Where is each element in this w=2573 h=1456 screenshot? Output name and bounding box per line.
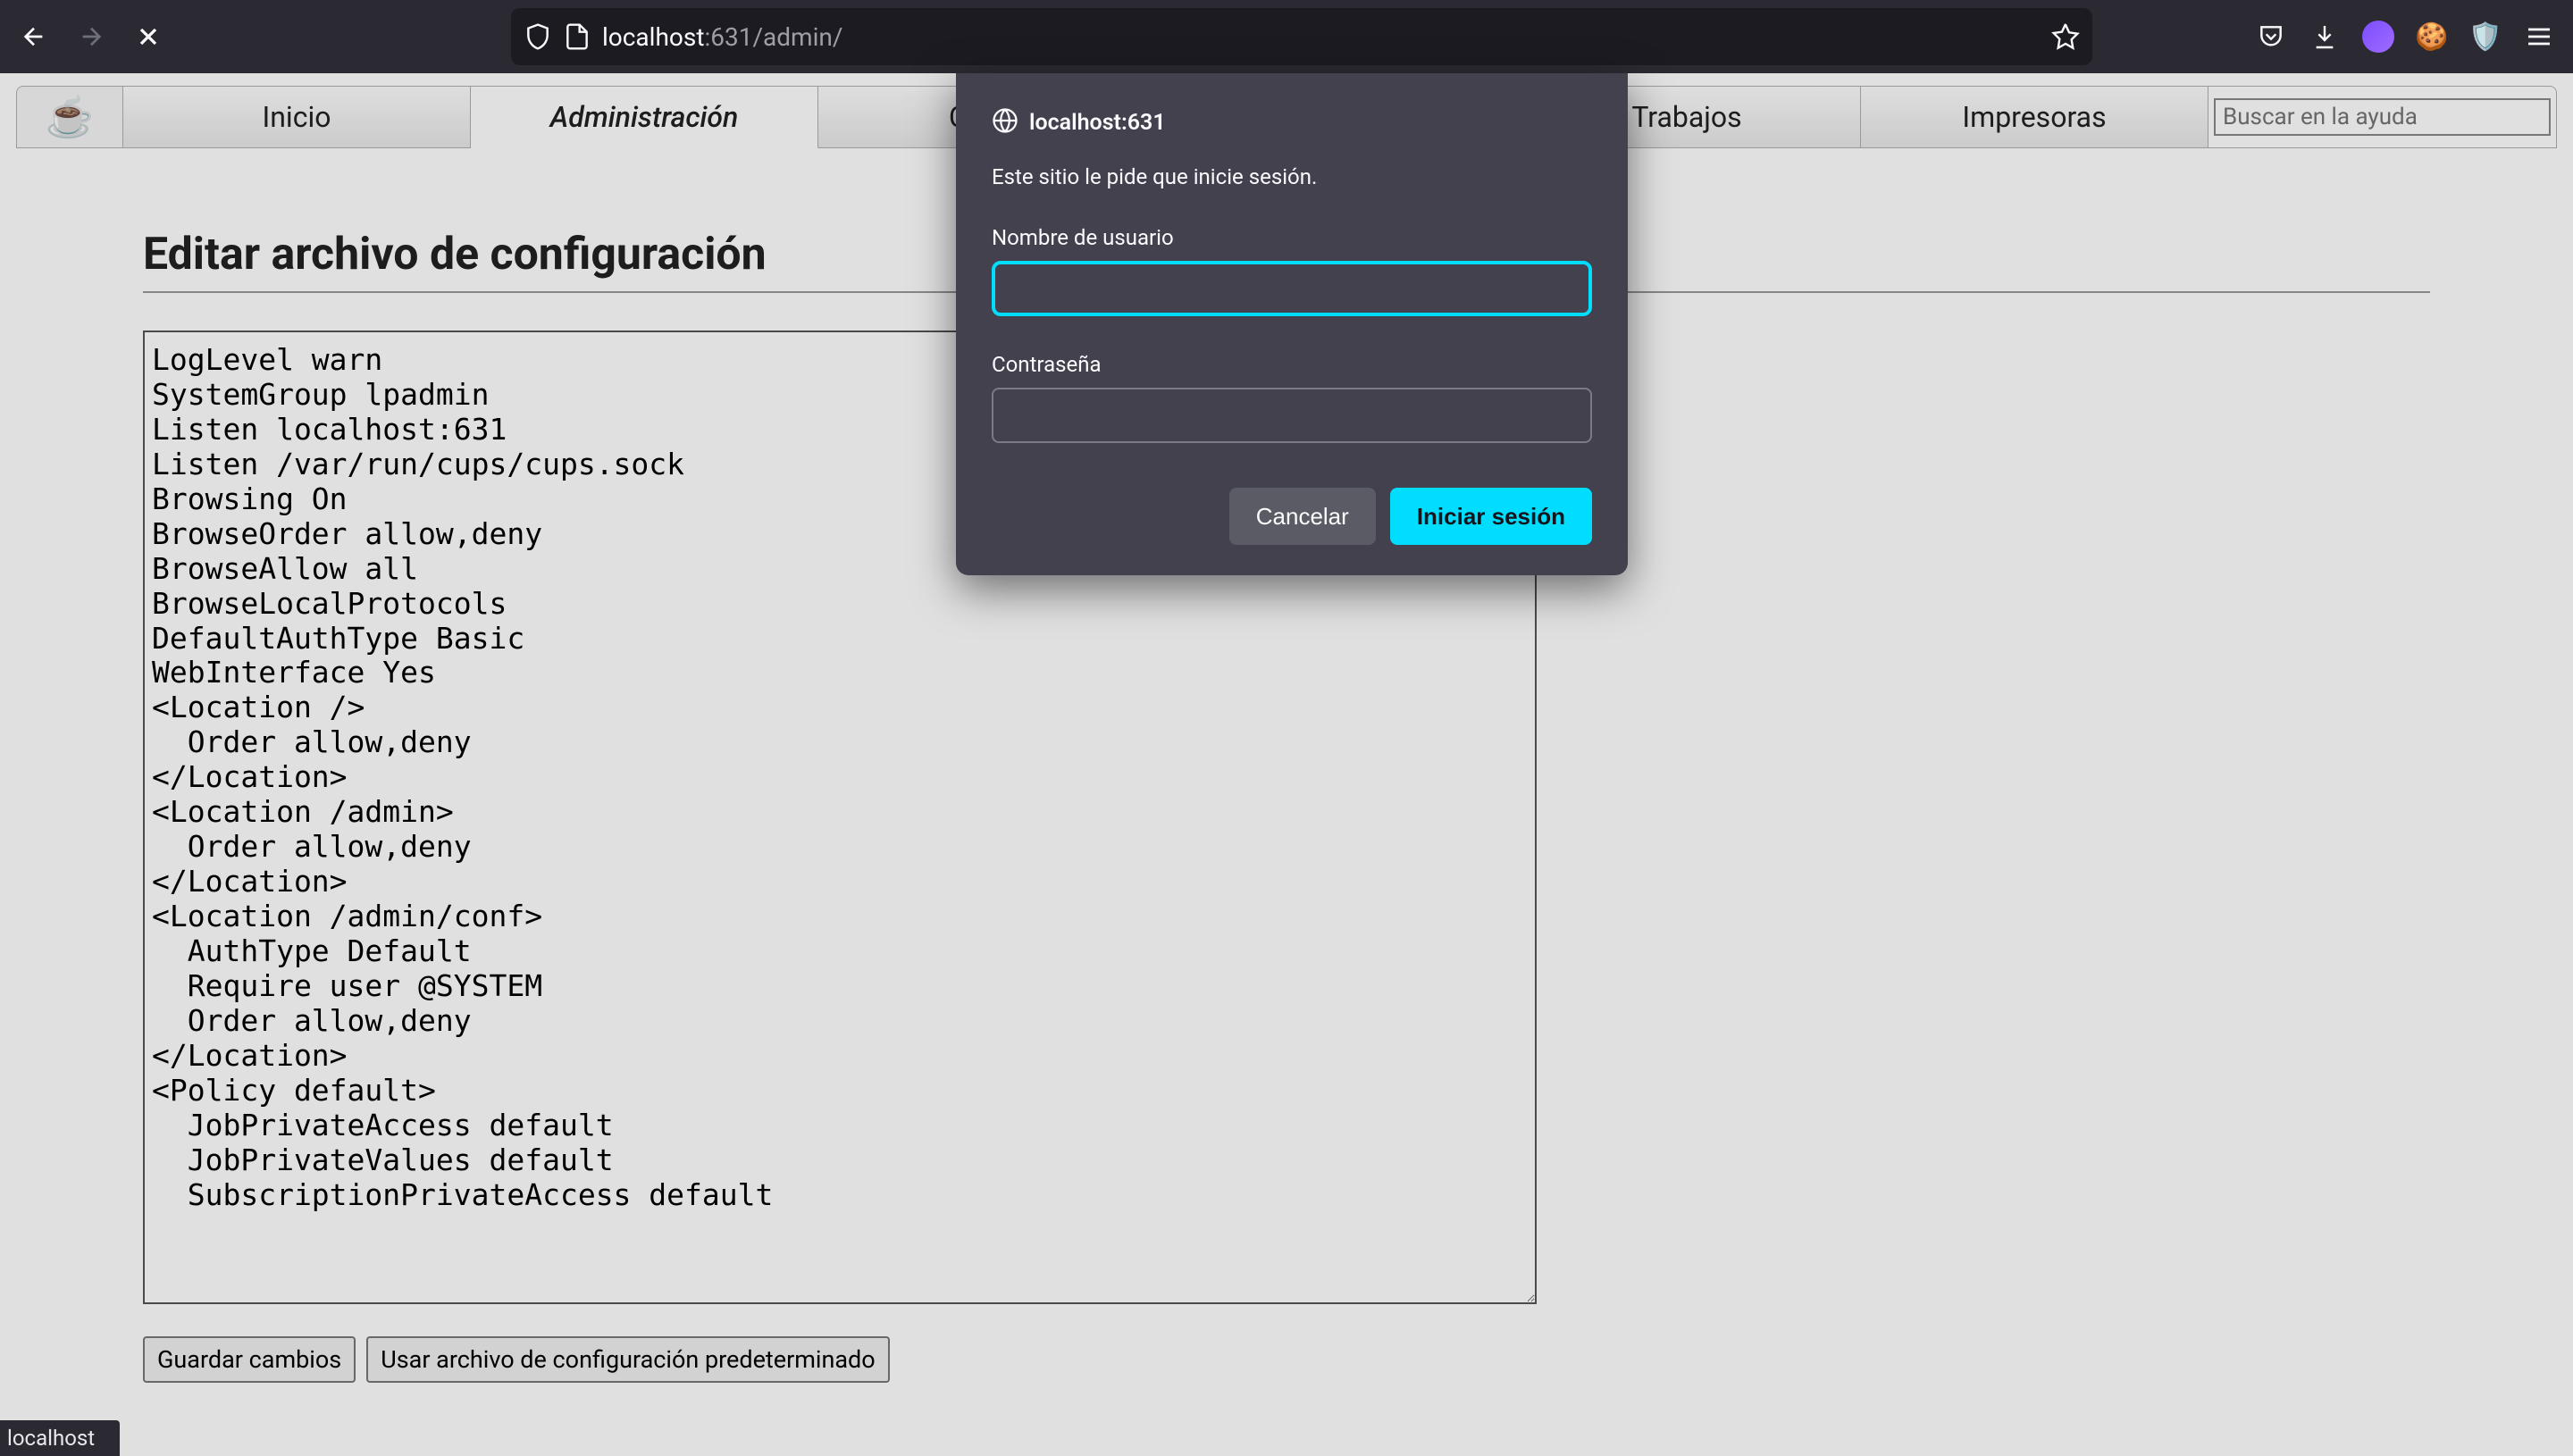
- shield-icon: [524, 22, 552, 51]
- url-host: localhost: [602, 22, 704, 52]
- password-label: Contraseña: [992, 352, 1592, 377]
- document-icon: [563, 22, 591, 51]
- cancel-button[interactable]: Cancelar: [1229, 488, 1376, 545]
- bookmark-star-icon[interactable]: [2051, 22, 2080, 51]
- status-bar: localhost: [0, 1420, 120, 1456]
- pocket-icon[interactable]: [2246, 12, 2296, 62]
- username-input[interactable]: [992, 261, 1592, 316]
- back-button[interactable]: [9, 12, 59, 62]
- toolbar-right: 🍪 🛡️: [2246, 12, 2564, 62]
- hamburger-menu-icon[interactable]: [2514, 12, 2564, 62]
- auth-message: Este sitio le pide que inicie sesión.: [992, 164, 1592, 189]
- forward-button[interactable]: [66, 12, 116, 62]
- extension-cookie-icon[interactable]: 🍪: [2407, 12, 2457, 62]
- address-bar[interactable]: localhost:631/admin/: [511, 8, 2092, 65]
- browser-toolbar: localhost:631/admin/ 🍪 🛡️: [0, 0, 2573, 73]
- url-text: localhost:631/admin/: [602, 22, 2041, 52]
- globe-icon: [992, 107, 1018, 138]
- extension-purple-icon[interactable]: [2353, 12, 2403, 62]
- url-path: :631/admin/: [704, 22, 842, 52]
- extension-ublock-icon[interactable]: 🛡️: [2460, 12, 2510, 62]
- auth-host: localhost:631: [1029, 110, 1166, 136]
- page-content: ☕ Inicio Administración Clases Ayuda en …: [0, 73, 2573, 1456]
- stop-button[interactable]: [123, 12, 173, 62]
- auth-dialog-header: localhost:631: [992, 107, 1592, 138]
- username-label: Nombre de usuario: [992, 225, 1592, 250]
- sign-in-button[interactable]: Iniciar sesión: [1390, 488, 1592, 545]
- http-auth-dialog: localhost:631 Este sitio le pide que ini…: [956, 73, 1628, 575]
- auth-actions: Cancelar Iniciar sesión: [992, 488, 1592, 545]
- downloads-icon[interactable]: [2300, 12, 2350, 62]
- password-input[interactable]: [992, 388, 1592, 443]
